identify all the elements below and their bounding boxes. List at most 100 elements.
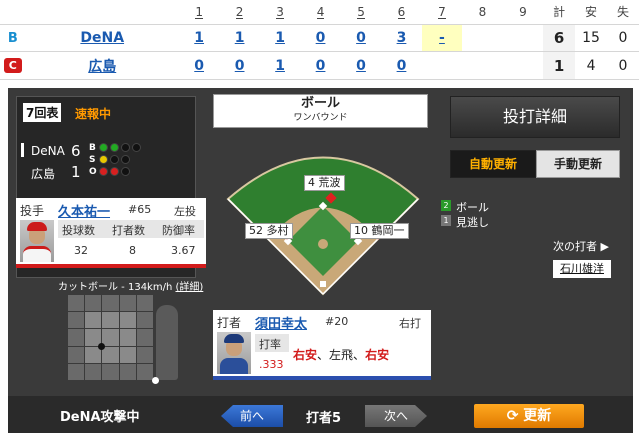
strike-zone-grid <box>68 295 153 380</box>
team-row-dena: B DeNA 1 1 1 0 0 3 - 6 15 0 <box>0 24 639 53</box>
out-dot <box>110 167 119 176</box>
batter-number: #20 <box>325 315 349 328</box>
inning-score <box>421 51 463 80</box>
pitcher-hand: 左投 <box>174 205 196 218</box>
inning-score[interactable]: 1 <box>178 24 220 53</box>
total-runs-header: 計 <box>543 0 576 25</box>
inning-score[interactable]: 0 <box>300 24 341 53</box>
inning-header: 3 <box>259 0 301 25</box>
inning-score[interactable]: 1 <box>259 24 301 53</box>
inning-score[interactable]: 0 <box>178 51 220 80</box>
pitcher-role-label: 投手 <box>20 204 45 218</box>
stat-header: 打者数 <box>112 224 145 237</box>
next-batter-label[interactable]: 次の打者 ▶ <box>553 238 619 254</box>
refresh-label: 更新 <box>523 408 552 424</box>
status-team-name: 広島 <box>31 167 56 181</box>
total-runs: 1 <box>543 51 576 80</box>
strike-zone <box>68 295 188 385</box>
inning-score[interactable]: 0 <box>300 51 341 80</box>
status-team-name: DeNA <box>31 144 65 158</box>
attack-status: DeNA攻撃中 <box>60 410 140 425</box>
legend-called-strike-icon: 1 <box>441 215 451 226</box>
inning-score-current[interactable]: - <box>421 24 463 53</box>
hits-header: 安 <box>575 0 607 25</box>
total-errors: 0 <box>607 24 639 53</box>
out-dot <box>121 167 130 176</box>
ball-dot <box>99 143 108 152</box>
avg-label: 打率 <box>259 338 281 351</box>
inning-label: 7回表 <box>23 103 62 122</box>
inning-header: 7 <box>421 0 463 25</box>
ball-dot <box>132 143 141 152</box>
status-team-score: 6 <box>71 142 81 160</box>
pitcher-photo <box>20 220 54 262</box>
next-batter-button[interactable]: 次へ <box>365 405 427 427</box>
dena-logo-icon: B <box>7 30 18 46</box>
batter-hand: 右打 <box>399 317 421 330</box>
pitch-detail-link[interactable]: (詳細) <box>175 282 203 293</box>
inning-score[interactable]: 1 <box>259 51 301 80</box>
pitcher-card: 投手 久本祐一 #65 左投 投球数 打者数 防御率 32 8 3.67 <box>16 198 206 268</box>
era-value: 3.67 <box>171 244 196 257</box>
inning-score <box>462 24 503 53</box>
auto-refresh-toggle[interactable]: 自動更新 <box>450 150 536 178</box>
pitch-location-dot <box>98 343 105 350</box>
inning-header: 5 <box>340 0 382 25</box>
live-panel: 7回表 速報中 DeNA 6 広島 1 B S O 投手 久本祐一 #65 左投… <box>8 88 633 433</box>
inning-score[interactable]: 0 <box>340 51 382 80</box>
inning-score[interactable]: 0 <box>381 51 422 80</box>
scoreboard-header: 1 2 3 4 5 6 7 8 9 計 安 失 <box>0 0 639 25</box>
legend-ball-icon: 2 <box>441 200 451 211</box>
pitchers-mound <box>318 239 328 249</box>
live-label: 速報中 <box>75 107 112 121</box>
pitch-detail-button[interactable]: 投打詳細 <box>450 96 620 138</box>
pitch-location-dot <box>152 377 159 384</box>
strike-label: S <box>89 155 96 165</box>
inning-score[interactable]: 0 <box>340 24 382 53</box>
pitch-count: 32 <box>74 244 88 257</box>
team-link-dena[interactable]: DeNA <box>80 30 124 46</box>
pitcher-number: #65 <box>128 203 152 216</box>
next-batter-name-link[interactable]: 石川雄洋 <box>553 260 611 278</box>
pitch-type-speed: カットボール - 134km/h <box>58 282 173 293</box>
out-dot <box>99 167 108 176</box>
pitcher-name-link[interactable]: 久本祐一 <box>58 201 110 220</box>
ball-dot <box>110 143 119 152</box>
carp-logo-icon: C <box>3 58 22 74</box>
errors-header: 失 <box>607 0 639 25</box>
baseball-field <box>226 156 420 296</box>
at-bat-result: 右安 <box>293 348 318 362</box>
batter-name-link[interactable]: 須田幸太 <box>255 313 307 332</box>
at-bat-result: 右安 <box>365 348 390 362</box>
footer-strip <box>0 436 639 441</box>
stat-header: 投球数 <box>62 224 95 237</box>
refresh-button[interactable]: ⟳ 更新 <box>474 404 584 428</box>
stat-header: 防御率 <box>162 224 195 237</box>
total-hits: 4 <box>575 51 607 80</box>
batter-silhouette <box>156 305 178 380</box>
inning-score[interactable]: 1 <box>219 24 260 53</box>
strike-dot <box>110 155 119 164</box>
team-row-hiroshima: C 広島 0 0 1 0 0 0 1 4 0 <box>0 51 639 80</box>
team-link-hiroshima[interactable]: 広島 <box>88 59 116 75</box>
pitch-info: カットボール - 134km/h (詳細) <box>58 278 203 293</box>
inning-header: 1 <box>178 0 220 25</box>
inning-score[interactable]: 0 <box>219 51 260 80</box>
batter-card: 打者 須田幸太 #20 右打 打率 .333 右安、左飛、右安 <box>213 310 431 380</box>
batting-team-marker <box>21 143 24 157</box>
batting-average: .333 <box>259 358 284 371</box>
legend-called-strike-label: 見逃し <box>456 216 489 229</box>
prev-batter-button[interactable]: 前へ <box>221 405 283 427</box>
legend-ball-label: ボール <box>456 201 489 214</box>
strike-dot <box>121 155 130 164</box>
pitcher-stats-header: 投球数 打者数 防御率 <box>58 220 204 238</box>
status-team-score: 1 <box>71 163 81 181</box>
manual-refresh-toggle[interactable]: 手動更新 <box>536 150 620 178</box>
inning-header: 4 <box>300 0 341 25</box>
play-result-box: ボール ワンバウンド <box>213 94 428 128</box>
inning-score[interactable]: 3 <box>381 24 422 53</box>
batter-avg-header: 打率 <box>255 334 289 352</box>
batter-index: 打者5 <box>306 411 342 426</box>
batter-role-label: 打者 <box>217 316 242 330</box>
ball-label: B <box>89 143 96 153</box>
